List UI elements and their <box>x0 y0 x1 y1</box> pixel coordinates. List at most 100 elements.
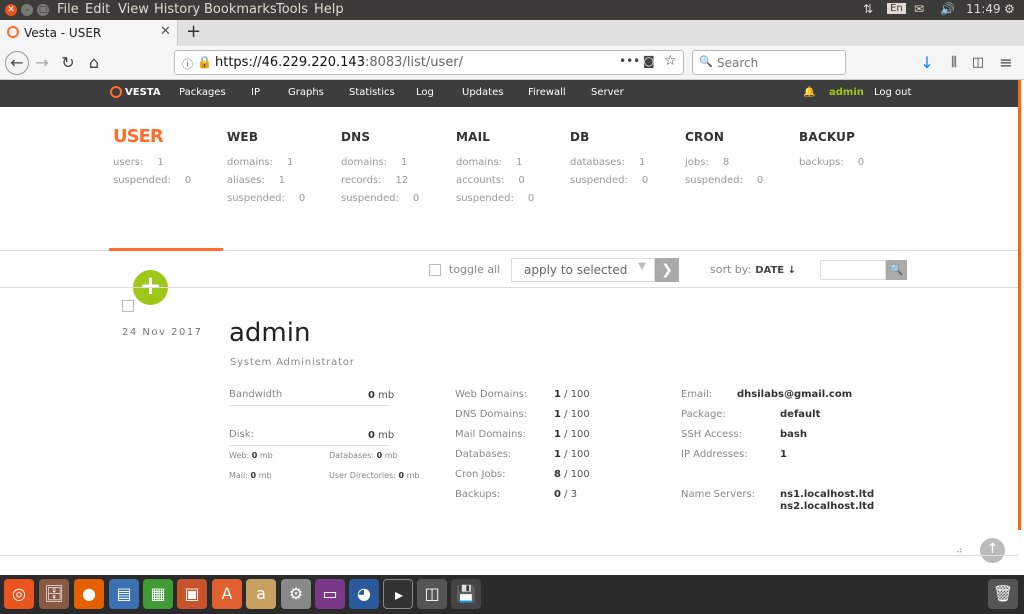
search-input[interactable] <box>820 260 886 280</box>
media-app-icon[interactable]: ▭ <box>315 579 345 609</box>
clock[interactable]: 11:49 <box>966 2 1001 16</box>
reload-icon[interactable]: ↻ <box>58 51 78 75</box>
limit-value: 1 / 100 <box>554 449 590 460</box>
vesta-nav-bar: VESTA Packages IP Graphs Statistics Log … <box>0 80 1018 107</box>
disk-value: 0 mb <box>368 430 395 441</box>
files-app-icon[interactable]: 🗄 <box>39 579 69 609</box>
stat-aliases: aliases: 1 <box>227 175 286 186</box>
nav-graphs[interactable]: Graphs <box>288 87 324 98</box>
maximize-window-icon[interactable]: □ <box>37 4 49 16</box>
menu-view[interactable]: View <box>118 2 149 17</box>
sidebar-icon[interactable]: ◫ <box>968 51 988 75</box>
toggle-all-label[interactable]: toggle all <box>449 263 500 276</box>
mail-app-icon[interactable]: ◕ <box>349 579 379 609</box>
settings-gear-icon[interactable]: ⚙ <box>1004 2 1015 16</box>
nav-log[interactable]: Log <box>416 87 434 98</box>
tab-vesta-user[interactable]: Vesta - USER ✕ <box>0 20 178 46</box>
nav-server[interactable]: Server <box>591 87 624 98</box>
stat-domains: domains: 1 <box>341 157 408 168</box>
menu-tools[interactable]: Tools <box>276 2 308 17</box>
menu-bookmarks[interactable]: Bookmarks <box>204 2 277 17</box>
row-checkbox[interactable] <box>122 300 134 312</box>
url-text[interactable]: https://46.229.220.143:8083/list/user/ <box>215 55 463 70</box>
save-app-icon[interactable]: 💾 <box>451 579 481 609</box>
detail-package: default <box>780 409 821 420</box>
ubuntu-launcher-icon[interactable]: ◎ <box>4 579 34 609</box>
back-arrow-icon[interactable]: ← <box>5 51 29 75</box>
disk-bar <box>229 445 389 446</box>
menu-edit[interactable]: Edit <box>85 2 110 17</box>
menu-help[interactable]: Help <box>314 2 344 17</box>
nav-statistics[interactable]: Statistics <box>349 87 395 98</box>
scroll-to-top-button[interactable]: ↑ <box>980 538 1005 563</box>
lock-warning-icon[interactable]: 🔒 <box>197 55 212 69</box>
settings-app-icon[interactable]: ⚙ <box>281 579 311 609</box>
info-icon[interactable]: ⓘ <box>182 56 193 72</box>
software-center-app-icon[interactable]: A <box>212 579 242 609</box>
chevron-down-icon: ▼ <box>638 261 646 272</box>
keyboard-layout-indicator[interactable]: En <box>887 3 906 14</box>
library-icon[interactable]: ⫼ <box>944 51 964 75</box>
category-mail[interactable]: MAIL <box>456 130 490 144</box>
nav-logout[interactable]: Log out <box>874 87 911 98</box>
close-window-icon[interactable]: ✕ <box>5 4 17 16</box>
nav-user[interactable]: admin <box>829 87 864 98</box>
scrollbar[interactable] <box>1018 80 1021 530</box>
amazon-app-icon[interactable]: a <box>246 579 276 609</box>
forward-arrow-icon[interactable]: → <box>32 51 52 75</box>
writer-app-icon[interactable]: ▤ <box>109 579 139 609</box>
system-menu-bar: ✕ – □ File Edit View History Bookmarks T… <box>0 0 1024 20</box>
trash-app-icon[interactable]: 🗑 <box>988 579 1018 609</box>
vesta-logo-icon <box>110 86 122 98</box>
terminal-app-icon[interactable]: ▸ <box>383 579 413 609</box>
apply-to-selected-select[interactable]: apply to selected ▼ <box>511 258 655 282</box>
close-tab-icon[interactable]: ✕ <box>160 24 171 39</box>
category-backup[interactable]: BACKUP <box>799 130 855 144</box>
page-actions-icon[interactable]: ••• <box>619 54 640 68</box>
category-db[interactable]: DB <box>570 130 590 144</box>
menu-history[interactable]: History <box>154 2 200 17</box>
nav-packages[interactable]: Packages <box>179 87 226 98</box>
hamburger-menu-icon[interactable]: ≡ <box>996 51 1016 75</box>
search-button[interactable]: 🔍 <box>886 260 907 280</box>
new-tab-icon[interactable]: + <box>186 21 201 42</box>
apply-button[interactable]: ❯ <box>655 258 679 282</box>
toggle-all-checkbox[interactable] <box>429 264 441 276</box>
ns1: ns1.localhost.ltd <box>780 489 875 500</box>
stat-suspended: suspended: 0 <box>341 193 420 204</box>
user-role: System Administrator <box>230 357 355 368</box>
sort-by[interactable]: sort by: DATE ↓ <box>710 263 796 276</box>
user-name[interactable]: admin <box>229 318 310 348</box>
search-box[interactable]: 🔍 Search <box>692 50 846 75</box>
bandwidth-label: Bandwidth <box>229 389 283 400</box>
volume-icon[interactable]: 🔊 <box>940 2 955 16</box>
category-dns[interactable]: DNS <box>341 130 370 144</box>
nav-updates[interactable]: Updates <box>462 87 503 98</box>
limit-value: 1 / 100 <box>554 409 590 420</box>
workspaces-app-icon[interactable]: ◫ <box>417 579 447 609</box>
firefox-app-icon[interactable]: ● <box>74 579 104 609</box>
stat-domains: domains: 1 <box>456 157 523 168</box>
category-cron[interactable]: CRON <box>685 130 724 144</box>
network-transfer-icon[interactable]: ⇅ <box>863 2 873 16</box>
bookmark-star-icon[interactable]: ☆ <box>664 53 677 69</box>
category-user[interactable]: USER <box>113 126 164 147</box>
limit-label: Backups: <box>455 489 501 500</box>
detail-label: SSH Access: <box>681 429 742 440</box>
minimize-window-icon[interactable]: – <box>21 4 33 16</box>
pocket-icon[interactable]: ◙ <box>643 54 655 68</box>
disk-user-directories: User Directories: 0 mb <box>329 471 420 480</box>
mail-icon[interactable]: ✉ <box>914 2 924 16</box>
nav-firewall[interactable]: Firewall <box>528 87 566 98</box>
calc-app-icon[interactable]: ▦ <box>143 579 173 609</box>
vesta-logo[interactable]: VESTA <box>110 86 161 98</box>
menu-file[interactable]: File <box>57 2 79 17</box>
impress-app-icon[interactable]: ▣ <box>177 579 207 609</box>
home-icon[interactable]: ⌂ <box>84 51 104 75</box>
notification-bell-icon[interactable]: 🔔 <box>803 87 815 98</box>
downloads-icon[interactable]: ↓ <box>917 51 937 75</box>
sort-field[interactable]: DATE ↓ <box>755 265 796 276</box>
url-bar[interactable]: ⓘ 🔒 https://46.229.220.143:8083/list/use… <box>174 50 684 75</box>
category-web[interactable]: WEB <box>227 130 258 144</box>
nav-ip[interactable]: IP <box>251 87 260 98</box>
